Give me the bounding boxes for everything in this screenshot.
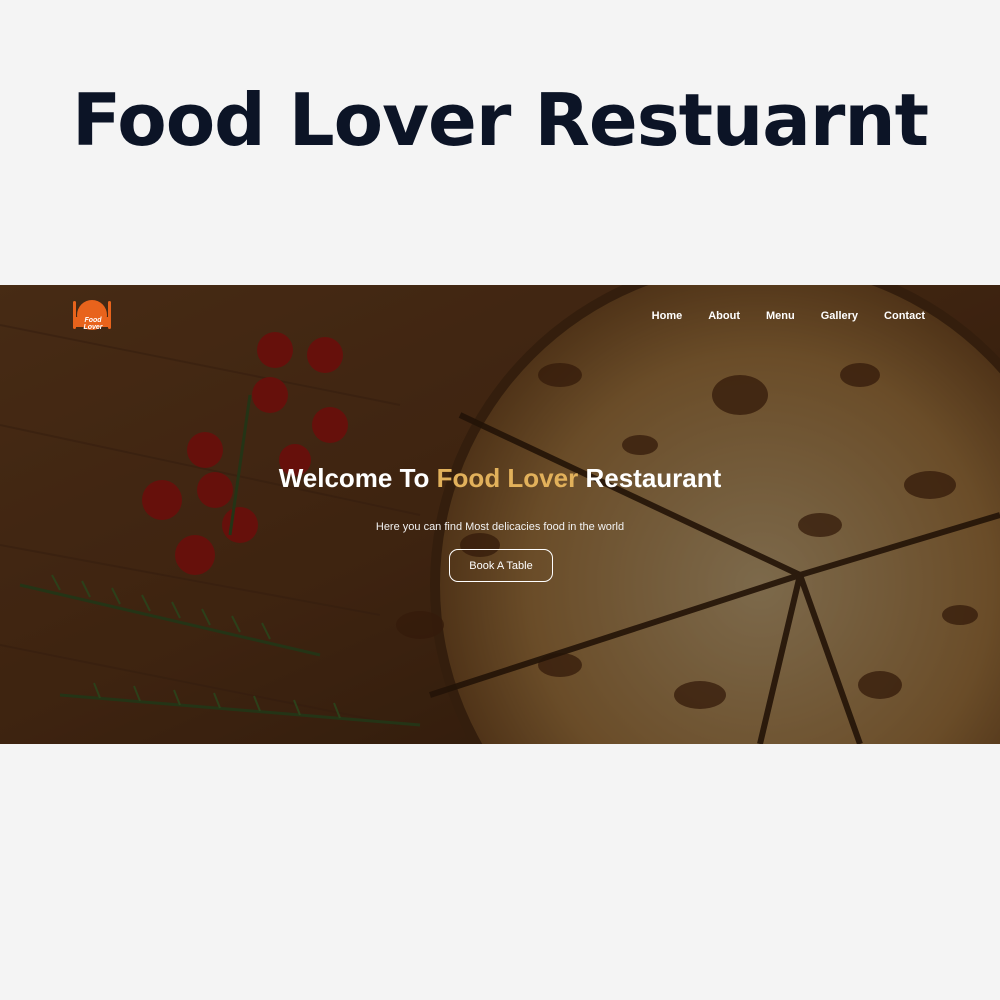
hero-dark-overlay: [0, 285, 1000, 744]
hero-heading-accent: Food Lover: [436, 463, 579, 493]
main-nav: Home About Menu Gallery Contact: [652, 310, 925, 322]
hero-heading-suffix: Restaurant: [578, 463, 722, 493]
nav-link-menu[interactable]: Menu: [766, 310, 795, 322]
hero-heading: Welcome To Food Lover Restaurant: [0, 463, 1000, 494]
hero-banner: Food Lover Home About Menu Gallery Conta…: [0, 285, 1000, 744]
nav-link-home[interactable]: Home: [652, 310, 683, 322]
hero-heading-prefix: Welcome To: [278, 463, 437, 493]
logo-text: Food Lover: [83, 317, 103, 331]
nav-link-contact[interactable]: Contact: [884, 310, 925, 322]
nav-link-about[interactable]: About: [708, 310, 740, 322]
page-title: Food Lover Restuarnt: [71, 78, 929, 162]
book-a-table-button[interactable]: Book A Table: [449, 549, 553, 582]
hero-subtitle: Here you can find Most delicacies food i…: [375, 521, 625, 533]
nav-link-gallery[interactable]: Gallery: [821, 310, 858, 322]
page: Food Lover Restuarnt Food Lover Home Abo…: [0, 0, 1000, 1000]
